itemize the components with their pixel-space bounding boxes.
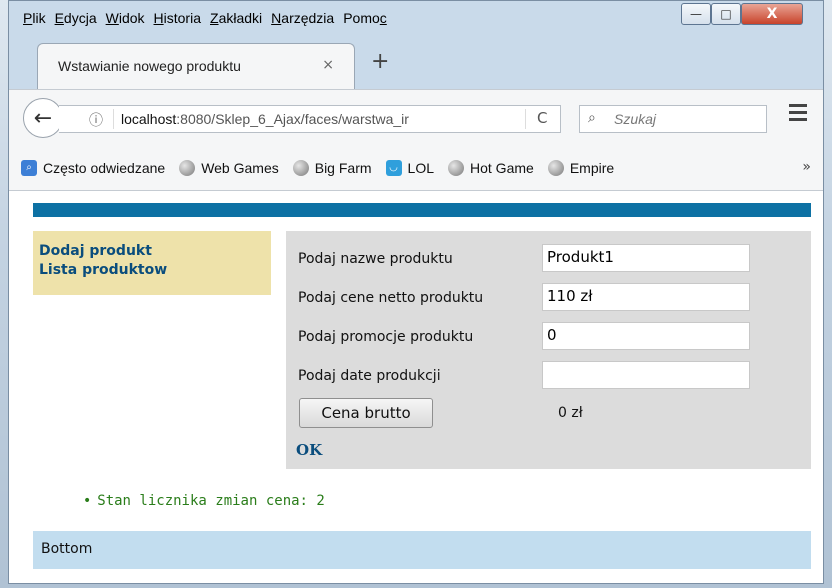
tab-title: Wstawianie nowego produktu xyxy=(58,58,241,74)
gross-price-button[interactable]: Cena brutto xyxy=(299,398,433,428)
lol-icon: ◡ xyxy=(385,159,402,176)
footer-text: Bottom xyxy=(41,541,93,557)
url-bar[interactable]: ⓘ localhost:8080/Sklep_6_Ajax/faces/wars… xyxy=(59,105,561,133)
menu-narzedzia[interactable]: Narzędzia xyxy=(271,10,334,26)
link-dodaj-produkt[interactable]: Dodaj produkt xyxy=(39,242,271,261)
back-arrow-icon: ← xyxy=(33,105,53,131)
gross-price-result: 0 zł xyxy=(558,405,583,421)
bookmark-hot-game[interactable]: Hot Game xyxy=(448,159,534,176)
bookmark-lol[interactable]: ◡ LOL xyxy=(385,159,434,176)
more-bookmarks-icon[interactable]: » xyxy=(802,159,811,175)
search-placeholder: Szukaj xyxy=(614,111,657,127)
menu-zakladki[interactable]: Zakładki xyxy=(210,10,262,26)
globe-icon xyxy=(179,159,196,176)
bookmark-czesto-odwiedzane[interactable]: ⌕ Często odwiedzane xyxy=(21,159,165,176)
price-label: Podaj cene netto produktu xyxy=(298,290,484,306)
menu-pomoc[interactable]: Pomoc xyxy=(343,10,387,26)
left-navigation: Dodaj produkt Lista produktow xyxy=(33,231,271,295)
search-icon: ⌕ xyxy=(588,110,596,126)
close-icon: X xyxy=(766,6,778,22)
page-content: Dodaj produkt Lista produktow Podaj nazw… xyxy=(9,191,823,583)
menu-historia[interactable]: Historia xyxy=(154,10,201,26)
url-path: :8080/Sklep_6_Ajax/faces/warstwa_ir xyxy=(176,111,409,127)
info-icon[interactable]: ⓘ xyxy=(89,110,103,130)
reload-icon[interactable]: C xyxy=(537,109,547,127)
bullet: • xyxy=(83,493,92,509)
counter-text: Stan licznika zmian cena: 2 xyxy=(97,493,325,509)
reload-separator xyxy=(525,109,526,129)
new-tab-icon[interactable]: + xyxy=(371,49,389,74)
bookmark-web-games[interactable]: Web Games xyxy=(179,159,279,176)
name-label: Podaj nazwe produktu xyxy=(298,251,453,267)
back-button[interactable]: ← xyxy=(23,98,63,138)
promo-field[interactable]: 0 xyxy=(542,322,750,350)
tab-close-icon[interactable]: × xyxy=(322,57,334,73)
navigation-bar: ← ⓘ localhost:8080/Sklep_6_Ajax/faces/wa… xyxy=(9,89,823,145)
url-host: localhost xyxy=(121,111,177,127)
hamburger-menu-icon[interactable] xyxy=(789,104,807,125)
search-input[interactable]: ⌕ Szukaj xyxy=(579,105,767,133)
browser-window: Plik Edycja Widok Historia Zakładki Narz… xyxy=(8,0,824,584)
maximize-button[interactable]: □ xyxy=(711,3,741,25)
change-counter: • Stan licznika zmian cena: 2 xyxy=(83,493,325,509)
link-lista-produktow[interactable]: Lista produktow xyxy=(39,261,271,280)
promo-label: Podaj promocje produktu xyxy=(298,329,474,345)
url-separator xyxy=(113,109,114,129)
ok-link[interactable]: OK xyxy=(296,441,322,459)
product-form: Podaj nazwe produktu Produkt1 Podaj cene… xyxy=(286,231,811,469)
bookmarks-bar: ⌕ Często odwiedzane Web Games Big Farm ◡ L… xyxy=(9,145,823,191)
page-footer: Bottom xyxy=(33,531,811,569)
globe-icon xyxy=(292,159,309,176)
minimize-icon: — xyxy=(690,7,702,21)
menu-widok[interactable]: Widok xyxy=(106,10,145,26)
tab-active[interactable]: Wstawianie nowego produktu × xyxy=(37,43,355,89)
bookmark-big-farm[interactable]: Big Farm xyxy=(292,159,372,176)
globe-icon xyxy=(448,159,464,176)
bookmark-empire[interactable]: Empire xyxy=(547,159,614,176)
url-text: localhost:8080/Sklep_6_Ajax/faces/warstw… xyxy=(121,111,409,127)
bookmark-icon: ⌕ xyxy=(21,159,37,176)
menu-plik[interactable]: Plik xyxy=(23,10,46,26)
maximize-icon: □ xyxy=(720,7,732,21)
header-stripe xyxy=(33,203,811,217)
name-field[interactable]: Produkt1 xyxy=(542,244,750,272)
menu-edycja[interactable]: Edycja xyxy=(55,10,97,26)
date-field[interactable] xyxy=(542,361,750,389)
globe-icon xyxy=(547,159,564,176)
date-label: Podaj date produkcji xyxy=(298,368,441,384)
minimize-button[interactable]: — xyxy=(681,3,711,25)
close-window-button[interactable]: X xyxy=(741,3,803,25)
price-field[interactable]: 110 zł xyxy=(542,283,750,311)
